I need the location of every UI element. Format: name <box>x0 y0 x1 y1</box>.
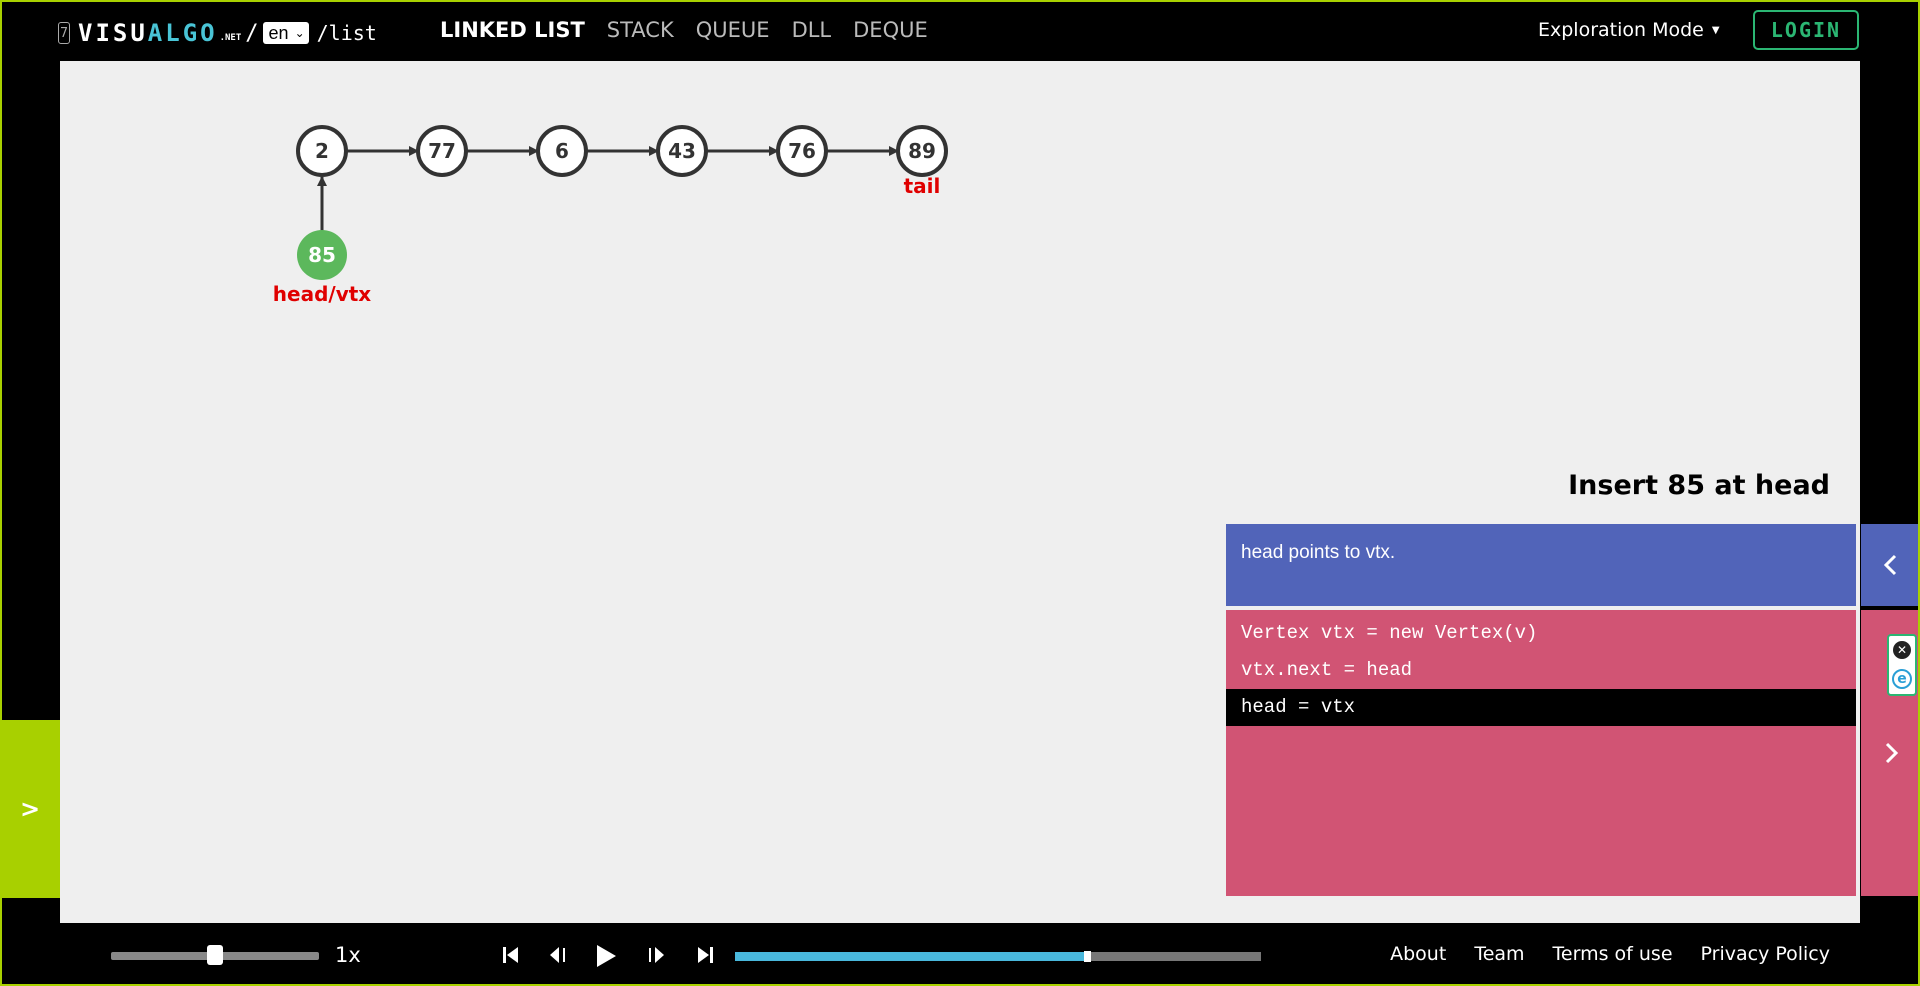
list-node-value: 43 <box>668 139 696 163</box>
logo-text[interactable]: VISUALGO <box>78 19 218 47</box>
list-node-value: 2 <box>315 139 329 163</box>
tab-deque[interactable]: DEQUE <box>853 18 928 42</box>
skip-end-button[interactable] <box>696 944 714 966</box>
progress-bar-thumb[interactable] <box>1084 951 1092 962</box>
status-message-box: head points to vtx. <box>1226 524 1856 606</box>
triangle-down-icon[interactable]: ▼ <box>1712 25 1720 36</box>
tab-dll[interactable]: DLL <box>792 18 832 42</box>
skip-end-icon[interactable] <box>696 944 714 966</box>
team-link[interactable]: Team <box>1474 943 1524 965</box>
tab-queue[interactable]: QUEUE <box>696 18 770 42</box>
tab-stack[interactable]: STACK <box>607 18 674 42</box>
chevron-down-icon[interactable]: ⌄ <box>295 26 305 40</box>
code-line-1: Vertex vtx = new Vertex(v) <box>1241 622 1538 644</box>
step-forward-button[interactable] <box>647 944 667 966</box>
tail-label: tail <box>904 174 941 198</box>
top-navigation-bar: 7 VISUALGO .NET / en ⌄ /list LINKED LIST… <box>0 0 1920 61</box>
code-line-3-highlighted: head = vtx <box>1226 689 1856 726</box>
chevron-right-icon[interactable] <box>1881 741 1901 765</box>
about-link[interactable]: About <box>1390 943 1446 965</box>
speed-label: 1x <box>335 943 361 967</box>
page-path: /list <box>316 21 377 45</box>
mode-label[interactable]: Exploration Mode <box>1538 19 1704 41</box>
logo-net[interactable]: .NET <box>220 33 242 43</box>
step-forward-icon[interactable] <box>647 944 667 966</box>
close-icon[interactable]: ✕ <box>1893 641 1911 659</box>
code-line-2: vtx.next = head <box>1241 659 1413 681</box>
status-title: Insert 85 at head <box>1568 470 1830 501</box>
logo-visu[interactable]: VISU <box>78 19 148 47</box>
play-icon[interactable] <box>594 944 618 968</box>
step-back-icon[interactable] <box>547 944 567 966</box>
logo[interactable]: 7 VISUALGO .NET / en ⌄ /list <box>58 18 377 48</box>
status-message: head points to vtx. <box>1241 542 1396 563</box>
e-extension-icon[interactable]: e <box>1892 669 1912 689</box>
step-back-button[interactable] <box>547 944 567 966</box>
footer-links: About Team Terms of use Privacy Policy <box>1390 943 1830 965</box>
login-button[interactable]: LOGIN <box>1753 10 1859 50</box>
status-prev-button[interactable] <box>1861 524 1920 606</box>
skip-start-icon[interactable] <box>502 944 520 966</box>
chevron-left-icon[interactable] <box>1881 553 1901 577</box>
terms-link[interactable]: Terms of use <box>1553 943 1673 965</box>
list-node-value: 76 <box>788 139 816 163</box>
path-separator: / <box>245 20 259 46</box>
list-node-value: 89 <box>908 139 936 163</box>
pseudocode-panel: Vertex vtx = new Vertex(v) vtx.next = he… <box>1226 610 1856 896</box>
mode-dropdown[interactable]: Exploration Mode ▼ <box>1538 19 1720 41</box>
extension-widget[interactable]: ✕ e <box>1887 634 1917 696</box>
head-vtx-label: head/vtx <box>273 282 372 306</box>
progress-bar-fill <box>735 952 1088 961</box>
skip-start-button[interactable] <box>502 944 520 966</box>
tab-linked-list[interactable]: LINKED LIST <box>440 18 585 42</box>
language-select[interactable]: en ⌄ <box>262 22 309 44</box>
seven-icon[interactable]: 7 <box>58 22 70 44</box>
new-node-value: 85 <box>308 243 336 267</box>
data-structure-tabs: LINKED LIST STACK QUEUE DLL DEQUE <box>440 18 928 42</box>
privacy-link[interactable]: Privacy Policy <box>1701 943 1830 965</box>
logo-algo[interactable]: ALGO <box>148 19 218 47</box>
play-button[interactable] <box>594 944 618 968</box>
list-node-value: 6 <box>555 139 569 163</box>
language-value[interactable]: en <box>269 23 289 44</box>
sidebar-toggle-button[interactable]: > <box>0 720 60 898</box>
list-node-value: 77 <box>428 139 456 163</box>
speed-slider-thumb[interactable] <box>207 945 223 965</box>
